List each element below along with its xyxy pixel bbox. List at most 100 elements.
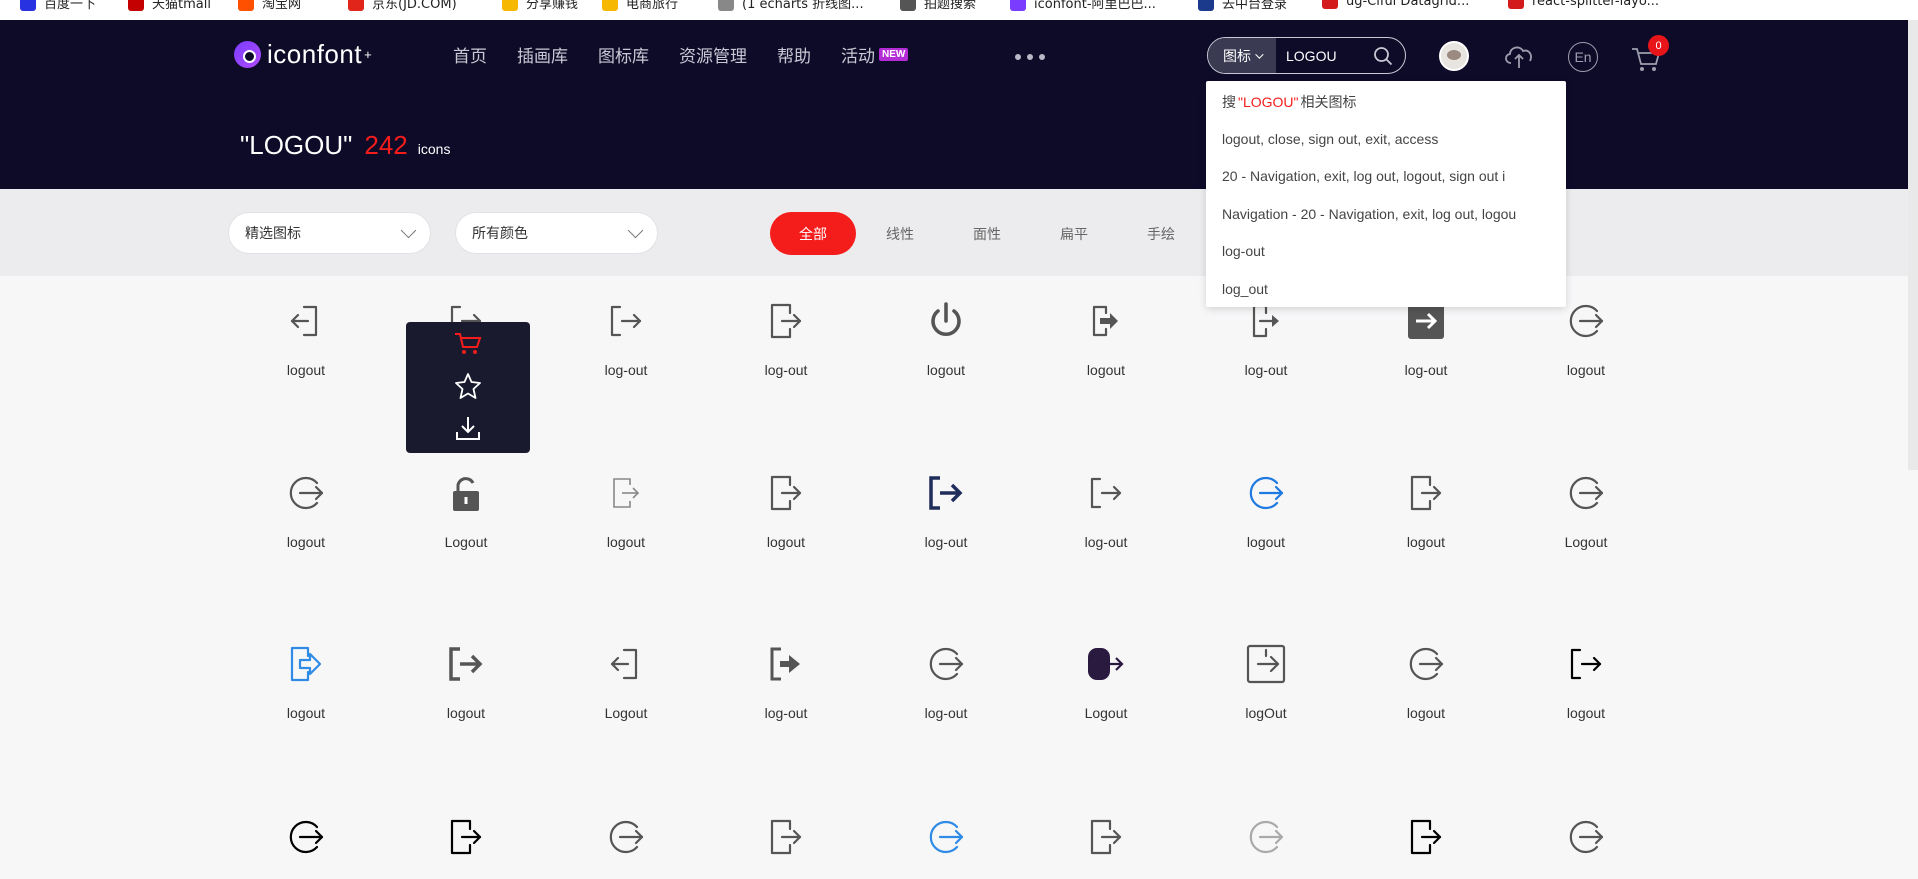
icon-card[interactable] — [244, 792, 368, 879]
icon-card[interactable]: logout — [1364, 448, 1488, 578]
icon-card[interactable]: log-out — [884, 448, 1008, 578]
bookmark-favicon-icon — [348, 0, 364, 11]
nav-item[interactable]: 资源管理 — [679, 42, 747, 67]
icon-card[interactable] — [564, 792, 688, 879]
icon-card[interactable]: Logout — [564, 619, 688, 749]
style-tab[interactable]: 面性 — [944, 212, 1030, 255]
icon-card[interactable]: logout — [1204, 448, 1328, 578]
upload-cloud-icon[interactable] — [1502, 41, 1536, 71]
nav-item[interactable]: 图标库 — [598, 42, 649, 67]
icon-card[interactable]: logout — [1364, 619, 1488, 749]
icon-hover-card — [406, 322, 530, 453]
download-icon[interactable] — [453, 414, 483, 442]
icon-card[interactable]: log-out — [724, 276, 848, 406]
logo-text: iconfont — [267, 39, 363, 69]
bookmark-label: ug-Clful Datagrid... — [1346, 0, 1470, 9]
icon-card[interactable]: Logout — [1044, 619, 1168, 749]
featured-select-label: 精选图标 — [245, 226, 301, 242]
chevron-down-icon — [400, 222, 417, 239]
nav-item[interactable]: 活动 NEW — [841, 42, 909, 67]
bookmark-item[interactable]: ug-Clful Datagrid... — [1322, 0, 1469, 9]
icon-card[interactable] — [724, 792, 848, 879]
suggestion-item[interactable]: log-out — [1206, 233, 1566, 270]
icon-card[interactable]: logout — [724, 448, 848, 578]
icon-card[interactable] — [884, 792, 1008, 879]
icon-card[interactable]: logout — [244, 619, 368, 749]
circle-arrow-icon — [1569, 304, 1604, 338]
nav-item[interactable]: 首页 — [453, 42, 487, 67]
nav-item[interactable]: 插画库 — [517, 42, 568, 67]
suggestion-item[interactable]: logout, close, sign out, exit, access — [1206, 120, 1566, 157]
icon-card[interactable]: logout — [564, 448, 688, 578]
page-scrollbar[interactable] — [1908, 20, 1918, 470]
icon-label: log-out — [1084, 534, 1128, 550]
door-solid-arrow-icon — [1092, 305, 1118, 337]
icon-card[interactable]: logout — [1524, 619, 1648, 749]
search-related-item[interactable]: 搜 "LOGOU" 相关图标 — [1206, 83, 1566, 120]
icon-label: logout — [446, 705, 486, 721]
icon-card[interactable]: Logout — [404, 448, 528, 578]
style-tab[interactable]: 线性 — [857, 212, 943, 255]
bookmark-item[interactable]: 百度一下 — [20, 0, 96, 12]
nav-item[interactable]: 帮助 — [777, 42, 811, 67]
add-to-cart-icon[interactable] — [453, 330, 483, 358]
icon-card[interactable] — [1044, 792, 1168, 879]
star-icon[interactable] — [453, 372, 483, 400]
bookmark-item[interactable]: 淘宝网 — [238, 0, 301, 12]
bookmark-item[interactable]: 去中台登录 — [1198, 0, 1287, 12]
door-arrow-icon — [770, 475, 802, 511]
bookmark-item[interactable]: 拍题搜索 — [900, 0, 976, 12]
icon-card[interactable] — [404, 792, 528, 879]
icon-card[interactable]: log-out — [1044, 448, 1168, 578]
icon-card[interactable] — [1524, 792, 1648, 879]
icon-card[interactable]: logout — [1044, 276, 1168, 406]
unlock-icon — [453, 477, 479, 511]
style-tab[interactable]: 扁平 — [1031, 212, 1117, 255]
icon-card[interactable]: logout — [404, 619, 528, 749]
style-tab[interactable]: 全部 — [770, 212, 856, 255]
icon-card[interactable]: Logout — [1524, 448, 1648, 578]
search-icon[interactable] — [1373, 46, 1393, 66]
site-logo[interactable]: iconfont + — [234, 39, 372, 70]
avatar[interactable] — [1439, 41, 1469, 71]
bookmark-item[interactable]: 京东(JD.COM) — [348, 0, 457, 12]
door-light-arrow-icon — [613, 478, 640, 508]
new-badge: NEW — [879, 48, 909, 61]
icon-card[interactable] — [1204, 792, 1328, 879]
circle-arrow-icon — [289, 476, 324, 510]
bookmark-favicon-icon — [502, 0, 518, 11]
icon-card[interactable]: logout — [244, 276, 368, 406]
icon-card[interactable]: logout — [244, 448, 368, 578]
icon-card[interactable]: log-out — [724, 619, 848, 749]
search-type-select[interactable]: 图标 — [1208, 38, 1276, 73]
nav-item-label: 帮助 — [777, 47, 811, 67]
bookmarks-bar: 百度一下 天猫tmall 淘宝网 京东(JD.COM) 分享赚钱 电商旅行 (1 echar… — [0, 0, 1918, 20]
bookmark-item[interactable]: (1 echarts 折线图... — [718, 0, 864, 12]
icon-label: log-out — [924, 534, 968, 550]
icon-card[interactable]: log-out — [884, 619, 1008, 749]
suggestion-item[interactable]: log_out — [1206, 270, 1566, 307]
color-select[interactable]: 所有颜色 — [455, 212, 658, 254]
bookmark-item[interactable]: react-splitter-layo... — [1508, 0, 1659, 9]
suggestion-item[interactable]: 20 - Navigation, exit, log out, logout, … — [1206, 158, 1566, 195]
language-switch[interactable]: En — [1568, 42, 1598, 72]
featured-select[interactable]: 精选图标 — [228, 212, 431, 254]
bookmark-item[interactable]: 天猫tmall — [128, 0, 211, 12]
suggestion-item[interactable]: Navigation - 20 - Navigation, exit, log … — [1206, 195, 1566, 232]
icon-card[interactable]: log-out — [564, 276, 688, 406]
results-heading: "LOGOU" 242 icons — [240, 130, 450, 161]
icon-label: Logout — [444, 534, 488, 550]
icon-card[interactable] — [1364, 792, 1488, 879]
style-tab[interactable]: 手绘 — [1118, 212, 1204, 255]
icon-card[interactable]: logout — [884, 276, 1008, 406]
bookmark-item[interactable]: 电商旅行 — [602, 0, 678, 12]
more-menu-icon[interactable] — [1015, 54, 1045, 60]
search-input[interactable] — [1286, 47, 1376, 64]
logout-icon — [450, 819, 482, 855]
icon-card[interactable]: logOut — [1204, 619, 1328, 749]
bookmark-item[interactable]: 分享赚钱 — [502, 0, 578, 12]
main-nav: 首页 插画库 图标库 资源管理 帮助 活动 NEW — [453, 42, 938, 67]
door-outline-arrow-icon — [290, 646, 322, 682]
logo-icon — [234, 41, 261, 68]
bookmark-item[interactable]: iconfont-阿里巴巴... — [1010, 0, 1156, 12]
